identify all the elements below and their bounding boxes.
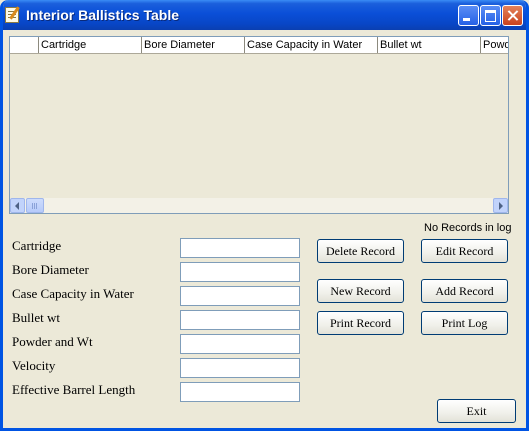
powder-and-wt-input[interactable]: [180, 334, 300, 354]
bore-diameter-input[interactable]: [180, 262, 300, 282]
close-icon[interactable]: [502, 5, 523, 26]
column-header-bullet-wt[interactable]: Bullet wt: [378, 37, 481, 53]
powder-and-wt-label: Powder and Wt: [12, 334, 93, 349]
cartridge-label: Cartridge: [12, 238, 62, 253]
add-record-button[interactable]: Add Record: [421, 279, 508, 303]
scroll-right-icon[interactable]: [493, 198, 508, 213]
minimize-icon[interactable]: [458, 5, 479, 26]
scroll-thumb[interactable]: [26, 198, 44, 213]
window-title: Interior Ballistics Table: [26, 7, 180, 23]
maximize-icon[interactable]: [480, 5, 501, 26]
notepad-pencil-icon[interactable]: [5, 7, 19, 23]
new-record-button[interactable]: New Record: [317, 279, 404, 303]
delete-record-button[interactable]: Delete Record: [317, 239, 404, 263]
column-header-bore-diameter[interactable]: Bore Diameter: [142, 37, 245, 53]
title-bar[interactable]: Interior Ballistics Table: [3, 0, 526, 30]
column-header-cartridge[interactable]: Cartridge: [39, 37, 142, 53]
column-header-case-capacity[interactable]: Case Capacity in Water: [245, 37, 378, 53]
bore-diameter-label: Bore Diameter: [12, 262, 89, 277]
column-header-blank[interactable]: [10, 37, 39, 53]
velocity-input[interactable]: [180, 358, 300, 378]
case-capacity-input[interactable]: [180, 286, 300, 306]
bullet-wt-input[interactable]: [180, 310, 300, 330]
print-log-button[interactable]: Print Log: [421, 311, 508, 335]
horizontal-scrollbar[interactable]: [10, 198, 508, 213]
effective-barrel-length-input[interactable]: [180, 382, 300, 402]
list-header: Cartridge Bore Diameter Case Capacity in…: [10, 37, 508, 54]
exit-button[interactable]: Exit: [437, 399, 516, 423]
velocity-label: Velocity: [12, 358, 56, 373]
scroll-left-icon[interactable]: [10, 198, 25, 213]
effective-barrel-length-label: Effective Barrel Length: [12, 382, 136, 397]
case-capacity-label: Case Capacity in Water: [12, 286, 134, 301]
print-record-button[interactable]: Print Record: [317, 311, 404, 335]
records-status: No Records in log: [424, 222, 512, 234]
edit-record-button[interactable]: Edit Record: [421, 239, 508, 263]
records-list[interactable]: Cartridge Bore Diameter Case Capacity in…: [9, 36, 509, 214]
column-header-powder[interactable]: Powd: [481, 37, 508, 53]
cartridge-input[interactable]: [180, 238, 300, 258]
bullet-wt-label: Bullet wt: [12, 310, 61, 325]
